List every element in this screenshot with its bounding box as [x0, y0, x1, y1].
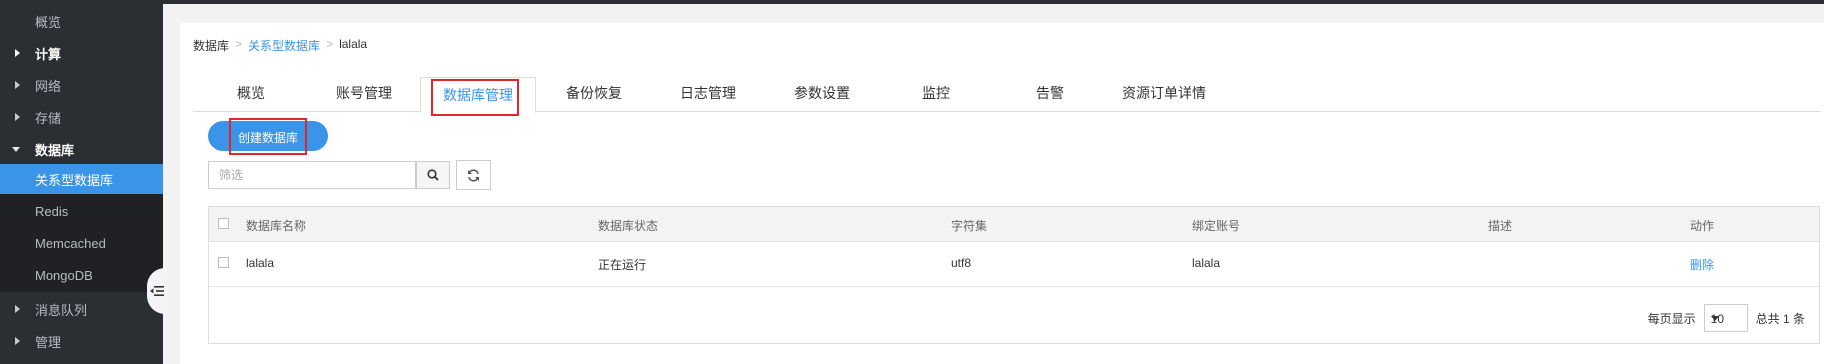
sidebar-item-relational-db[interactable]: 关系型数据库: [0, 164, 163, 194]
filter-input[interactable]: 筛选: [208, 161, 416, 189]
sidebar-collapse-toggle[interactable]: [147, 268, 167, 314]
caret-right-icon: [15, 113, 20, 121]
per-page-select[interactable]: 10: [1703, 304, 1748, 332]
sidebar-item-mongodb[interactable]: MongoDB: [0, 260, 163, 290]
collapse-menu-icon: [150, 286, 164, 296]
sidebar: 概览 计算 网络 存储 数据库 关系型数据库 Redis Memcached M…: [0, 0, 163, 364]
breadcrumb-separator: >: [326, 37, 334, 51]
tab-overview[interactable]: 概览: [237, 83, 265, 103]
column-header: 绑定账号: [1192, 219, 1241, 233]
sidebar-item-label: 计算: [35, 46, 62, 62]
sidebar-item-label: Memcached: [35, 235, 106, 251]
search-button[interactable]: [416, 161, 450, 189]
tab-alerts[interactable]: 告警: [1036, 83, 1064, 103]
table-header: 数据库名称 数据库状态 字符集 绑定账号 描述 动作: [209, 207, 1819, 242]
sidebar-item-label: 消息队列: [35, 302, 88, 318]
database-charset: utf8: [951, 256, 972, 270]
column-header: 数据库状态: [598, 219, 659, 233]
sidebar-item-label: 数据库: [35, 142, 75, 158]
search-icon: [427, 169, 439, 181]
sidebar-item-label: Redis: [35, 203, 69, 219]
breadcrumb-current: lalala: [339, 37, 368, 51]
pagination: 每页显示 10 总共 1 条: [1648, 304, 1805, 332]
sidebar-item-label: 关系型数据库: [35, 172, 114, 188]
sidebar-item-manage[interactable]: 管理: [0, 326, 163, 356]
row-checkbox[interactable]: [218, 257, 229, 268]
column-header: 描述: [1488, 219, 1513, 233]
tab-order-details[interactable]: 资源订单详情: [1122, 83, 1206, 103]
select-all-checkbox[interactable]: [218, 218, 229, 229]
tab-monitoring[interactable]: 监控: [922, 83, 950, 103]
sidebar-item-network[interactable]: 网络: [0, 70, 163, 100]
chevron-down-icon: [1710, 316, 1719, 321]
top-bar: [0, 0, 1824, 4]
sidebar-item-compute[interactable]: 计算: [0, 38, 163, 68]
per-page-label: 每页显示: [1647, 311, 1696, 326]
sidebar-item-label: 管理: [35, 334, 62, 350]
create-database-label: 创建数据库: [237, 131, 298, 145]
bound-account: lalala: [1192, 256, 1221, 270]
column-header: 字符集: [951, 219, 988, 233]
breadcrumb-parent[interactable]: 关系型数据库: [248, 37, 320, 54]
column-header: 数据库名称: [246, 219, 307, 233]
tab-database-management[interactable]: 数据库管理: [420, 77, 536, 116]
database-status: 正在运行: [598, 258, 647, 272]
table-row: lalala 正在运行 utf8 lalala 删除: [209, 241, 1819, 287]
sidebar-item-label: 存储: [35, 110, 62, 126]
sidebar-item-message-queue[interactable]: 消息队列: [0, 294, 163, 324]
sidebar-item-label: 概览: [35, 14, 62, 30]
sidebar-item-memcached[interactable]: Memcached: [0, 228, 163, 258]
tab-backup-restore[interactable]: 备份恢复: [566, 83, 622, 103]
database-name: lalala: [246, 256, 275, 270]
breadcrumb-root[interactable]: 数据库: [193, 37, 229, 54]
caret-down-icon: [12, 146, 20, 152]
database-table: 数据库名称 数据库状态 字符集 绑定账号 描述 动作 lalala 正在运行 u…: [208, 206, 1820, 344]
tab-label: 数据库管理: [443, 87, 513, 103]
column-header: 动作: [1690, 219, 1715, 233]
tab-accounts[interactable]: 账号管理: [336, 83, 392, 103]
sidebar-item-database[interactable]: 数据库: [0, 134, 163, 164]
refresh-icon: [468, 168, 479, 182]
sidebar-item-overview[interactable]: 概览: [0, 6, 163, 36]
sidebar-item-label: 网络: [35, 78, 62, 94]
sidebar-item-storage[interactable]: 存储: [0, 102, 163, 132]
total-count: 总共 1 条: [1755, 311, 1805, 326]
tab-parameters[interactable]: 参数设置: [794, 83, 850, 103]
delete-link[interactable]: 删除: [1690, 256, 1714, 273]
caret-right-icon: [15, 49, 20, 57]
sidebar-item-label: MongoDB: [35, 267, 93, 283]
caret-right-icon: [15, 81, 20, 89]
tab-logs[interactable]: 日志管理: [680, 83, 736, 103]
tab-bar: 概览 账号管理 数据库管理 备份恢复 日志管理 参数设置 监控 告警 资源订单详…: [193, 77, 1821, 116]
breadcrumb-separator: >: [235, 37, 243, 51]
breadcrumb: 数据库 > 关系型数据库 > lalala: [193, 37, 367, 54]
caret-right-icon: [15, 305, 20, 313]
caret-right-icon: [15, 337, 20, 345]
create-database-button[interactable]: 创建数据库: [208, 118, 328, 155]
sidebar-item-redis[interactable]: Redis: [0, 196, 163, 226]
refresh-button[interactable]: [456, 160, 491, 190]
